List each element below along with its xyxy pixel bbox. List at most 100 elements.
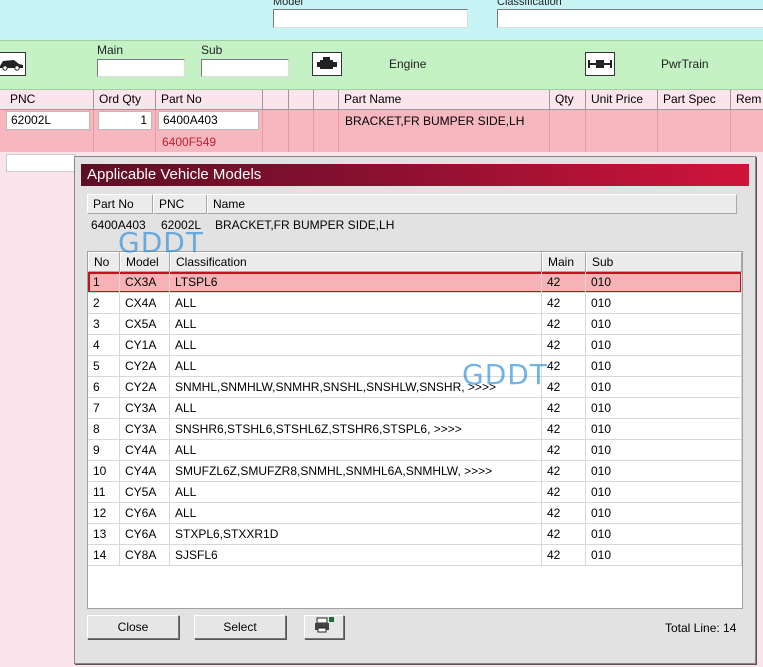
info-head-part-no: Part No	[87, 194, 153, 214]
group-filter-band: Main Sub Engine PwrTrain	[0, 40, 763, 90]
sub-input[interactable]	[201, 59, 289, 77]
row-model-cell: CX5A	[120, 314, 170, 335]
row-sub-cell: 010	[586, 482, 742, 503]
row-main-cell: 42	[542, 377, 586, 398]
table-row[interactable]: 9 CY4A ALL 42 010	[88, 440, 742, 461]
row-sub-cell: 010	[586, 272, 742, 293]
car-icon[interactable]	[0, 52, 26, 76]
pwrtrain-label: PwrTrain	[661, 57, 709, 71]
row-main-cell: 42	[542, 482, 586, 503]
row-no-cell: 5	[88, 356, 120, 377]
row-sub-cell: 010	[586, 419, 742, 440]
pnc-cell[interactable]: 62002L	[6, 111, 90, 130]
row-main-cell: 42	[542, 314, 586, 335]
top-filter-band: Model Classification	[0, 0, 763, 40]
list-col-model[interactable]: Model	[120, 252, 170, 272]
col-blank-1[interactable]	[263, 90, 289, 110]
col-pnc[interactable]: PNC	[0, 90, 94, 110]
empty-pnc-cell[interactable]	[6, 154, 76, 172]
col-remark[interactable]: Rem	[731, 90, 763, 110]
table-row[interactable]: 13 CY6A STXPL6,STXXR1D 42 010	[88, 524, 742, 545]
row-main-cell: 42	[542, 419, 586, 440]
powertrain-icon[interactable]	[585, 52, 615, 76]
row-no-cell: 4	[88, 335, 120, 356]
row-classification-cell: STXPL6,STXXR1D	[170, 524, 542, 545]
row-sub-cell: 010	[586, 293, 742, 314]
row-model-cell: CX3A	[120, 272, 170, 293]
row-model-cell: CY6A	[120, 503, 170, 524]
table-row[interactable]: 7 CY3A ALL 42 010	[88, 398, 742, 419]
col-part-name[interactable]: Part Name	[339, 90, 550, 110]
row-no-cell: 8	[88, 419, 120, 440]
row-classification-cell: ALL	[170, 482, 542, 503]
table-row[interactable]: 14 CY8A SJSFL6 42 010	[88, 545, 742, 566]
col-part-no[interactable]: Part No	[156, 90, 263, 110]
row-main-cell: 42	[542, 440, 586, 461]
main-input[interactable]	[97, 59, 185, 77]
table-row[interactable]: 8 CY3A SNSHR6,STSHL6,STSHL6Z,STSHR6,STSPL6…	[88, 419, 742, 440]
engine-icon[interactable]	[312, 52, 342, 76]
part-no-cell[interactable]: 6400A403	[158, 111, 259, 130]
row-no-cell: 14	[88, 545, 120, 566]
list-col-sub[interactable]: Sub	[586, 252, 742, 272]
col-unit-price[interactable]: Unit Price	[586, 90, 658, 110]
table-row[interactable]: 3 CX5A ALL 42 010	[88, 314, 742, 335]
table-row[interactable]: 10 CY4A SMUFZL6Z,SMUFZR8,SNMHL,SNMHL6A,SNM…	[88, 461, 742, 482]
row-model-cell: CY6A	[120, 524, 170, 545]
row-model-cell: CY2A	[120, 377, 170, 398]
list-col-main[interactable]: Main	[542, 252, 586, 272]
row-sub-cell: 010	[586, 398, 742, 419]
row-model-cell: CY8A	[120, 545, 170, 566]
table-row[interactable]: 4 CY1A ALL 42 010	[88, 335, 742, 356]
part-info-panel: Part No PNC Name 6400A403 62002L BRACKET…	[87, 194, 739, 238]
col-ord-qty[interactable]: Ord Qty	[94, 90, 156, 110]
models-list[interactable]: No Model Classification Main Sub 1 CX3A LT…	[87, 251, 743, 609]
model-input[interactable]	[273, 9, 468, 28]
info-head-pnc: PNC	[153, 194, 207, 214]
row-model-cell: CY3A	[120, 419, 170, 440]
table-row[interactable]: 2 CX4A ALL 42 010	[88, 293, 742, 314]
print-button[interactable]	[304, 615, 344, 639]
close-button[interactable]: Close	[87, 615, 179, 639]
classification-input[interactable]	[497, 9, 763, 28]
row-no-cell: 11	[88, 482, 120, 503]
alt-part-no[interactable]: 6400F549	[162, 135, 216, 149]
row-main-cell: 42	[542, 545, 586, 566]
row-classification-cell: ALL	[170, 398, 542, 419]
row-sub-cell: 010	[586, 356, 742, 377]
row-main-cell: 42	[542, 356, 586, 377]
printer-icon	[313, 617, 335, 637]
table-row[interactable]: 5 CY2A ALL 42 010	[88, 356, 742, 377]
row-main-cell: 42	[542, 335, 586, 356]
row-classification-cell: ALL	[170, 356, 542, 377]
list-col-classification[interactable]: Classification	[170, 252, 542, 272]
row-sub-cell: 010	[586, 335, 742, 356]
row-no-cell: 12	[88, 503, 120, 524]
parts-grid-row[interactable]: 62002L 1 6400A403 6400F549 BRACKET,FR BU…	[0, 110, 763, 152]
row-sub-cell: 010	[586, 524, 742, 545]
table-row[interactable]: 6 CY2A SNMHL,SNMHLW,SNMHR,SNSHL,SNSHLW,SNS…	[88, 377, 742, 398]
row-no-cell: 7	[88, 398, 120, 419]
table-row[interactable]: 11 CY5A ALL 42 010	[88, 482, 742, 503]
applicable-models-dialog: Applicable Vehicle Models Part No PNC Na…	[74, 156, 756, 664]
row-model-cell: CY3A	[120, 398, 170, 419]
row-sub-cell: 010	[586, 461, 742, 482]
row-no-cell: 1	[88, 272, 120, 293]
row-sub-cell: 010	[586, 314, 742, 335]
list-col-no[interactable]: No	[88, 252, 120, 272]
col-blank-2[interactable]	[289, 90, 314, 110]
table-row[interactable]: 1 CX3A LTSPL6 42 010	[88, 272, 742, 293]
row-no-cell: 2	[88, 293, 120, 314]
col-blank-3[interactable]	[314, 90, 339, 110]
row-model-cell: CY2A	[120, 356, 170, 377]
parts-grid-header: PNC Ord Qty Part No Part Name Qty Unit P…	[0, 90, 763, 110]
row-classification-cell: SNSHR6,STSHL6,STSHL6Z,STSHR6,STSPL6, >>>…	[170, 419, 542, 440]
table-row[interactable]: 12 CY6A ALL 42 010	[88, 503, 742, 524]
classification-label: Classification	[497, 0, 562, 8]
row-no-cell: 9	[88, 440, 120, 461]
row-main-cell: 42	[542, 272, 586, 293]
col-part-spec[interactable]: Part Spec	[658, 90, 731, 110]
select-button[interactable]: Select	[194, 615, 286, 639]
col-qty[interactable]: Qty	[550, 90, 586, 110]
ord-qty-input[interactable]: 1	[98, 111, 152, 130]
